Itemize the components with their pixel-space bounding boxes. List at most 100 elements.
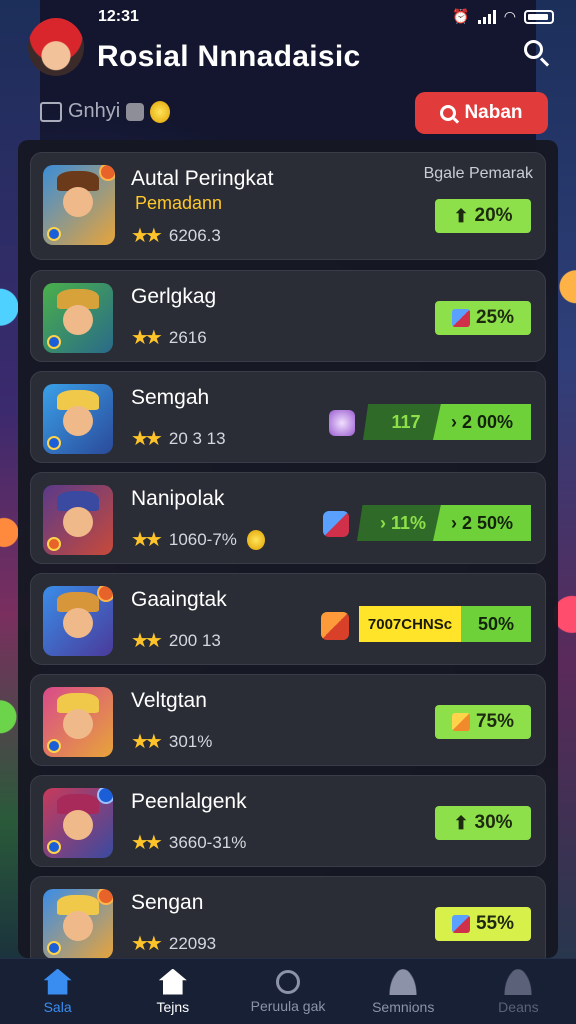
percent-badge[interactable]: › 2 00% [433,404,531,440]
nav-label: Tejns [156,998,190,1015]
pot-icon [329,410,355,436]
sub-bar: Gnhyi Naban [0,90,576,136]
search-icon-handle [539,57,550,67]
game-thumbnail [43,485,113,555]
percent-badge[interactable]: ⬆ 20% [435,199,531,233]
search-icon [276,969,300,994]
coin-icon [246,529,265,550]
avatar[interactable] [28,18,84,76]
percent-value: 25% [475,307,515,328]
game-title: Semgah [131,386,210,409]
star-icon: ★★ [131,529,163,551]
list-item[interactable]: Veltgtan ★★ 301% 75% [30,674,546,766]
star-icon: ★★ [131,428,163,450]
nav-item-games[interactable]: Tejns [115,959,230,1024]
percent-value: 2 50% [461,512,514,533]
action-button-label: Naban [464,102,523,123]
bottom-navigation: Sala Tejns Peruula gak Semnions Deans [0,958,576,1024]
segment-value: 11% [390,512,427,533]
rating-value: 6206.3 [168,225,221,245]
game-thumbnail [43,889,113,958]
game-rating: ★★ 301% [131,729,212,754]
list-item[interactable]: Autal Peringkat Pemadann ★★ 6206.3 Bgale… [30,152,546,260]
nav-label: Deans [498,998,539,1015]
cube-icon [451,915,470,933]
list-item[interactable]: Gaaingtak ★★ 200 13 7007CHNSc 50% [30,573,546,665]
game-title: Sengan [131,891,204,914]
percent-value: › [450,411,462,432]
star-icon: ★★ [131,933,163,955]
badge-icon [47,335,61,349]
percent-value: 55% [475,913,515,934]
list-item[interactable]: Semgah ★★ 20 3 13 117 › 2 00% [30,371,546,463]
star-icon: ★★ [131,327,163,349]
nav-item-home[interactable]: Sala [0,959,115,1024]
search-icon [524,40,543,59]
game-thumbnail [43,586,113,656]
game-rating: ★★ 2616 [131,325,207,350]
checkbox-icon [40,101,62,122]
thumbnail-face [63,911,93,941]
badge-icon [47,537,61,551]
home-icon [158,968,187,995]
app-title: Rosial Nnnadaisic [97,40,361,73]
corner-badge-icon [99,165,115,181]
cube-icon [323,511,349,537]
game-title: Peenlalgenk [131,790,247,813]
percent-badge[interactable]: 50% [461,606,531,642]
game-rating: ★★ 3660-31% [131,830,246,855]
nav-item-search[interactable]: Peruula gak [230,959,345,1024]
arrow-up-icon: ⬆ [453,812,469,833]
list-item[interactable]: Gerlgkag ★★ 2616 25% [30,270,546,362]
game-subtitle: Pemadann [135,193,223,213]
badge-icon [47,941,61,955]
game-thumbnail [43,283,113,353]
rating-value: 22093 [168,933,217,953]
badge-icon [47,227,61,241]
percent-badge[interactable]: 55% [435,907,531,941]
percent-badge[interactable]: › 2 50% [433,505,531,541]
thumbnail-face [63,507,93,537]
percent-badge[interactable]: 75% [435,705,531,739]
star-icon: ★★ [131,832,163,854]
percent-value: 20% [474,205,513,226]
profile-icon [504,968,533,995]
thumbnail-face [63,406,93,436]
badge-icon [47,436,61,450]
segment-arrow: › [379,512,391,533]
star-icon: ★★ [131,630,163,652]
coin-icon [150,100,171,123]
search-action-button[interactable]: Naban [415,92,548,134]
corner-badge-icon [97,586,113,602]
game-title: Autal Peringkat [131,167,274,190]
game-rating: ★★ 1060-7% [131,527,265,552]
star-icon: ★★ [131,731,163,753]
plus-badge-icon [97,788,113,804]
progress-segment: 7007CHNSc [359,606,461,642]
thumbnail-face [63,187,93,217]
rating-value: 1060-7% [168,529,237,549]
game-list: Autal Peringkat Pemadann ★★ 6206.3 Bgale… [18,140,558,958]
thumbnail-face [63,608,93,638]
game-rating: ★★ 22093 [131,931,216,956]
nav-item-sessions[interactable]: Semnions [346,959,461,1024]
corner-badge-icon [97,889,113,905]
list-item[interactable]: Nanipolak ★★ 1060-7% › 11% › 2 50% [30,472,546,564]
game-thumbnail [43,384,113,454]
badge-icon [47,739,61,753]
rating-value: 20 3 13 [168,428,226,448]
nav-label: Semnions [372,998,435,1015]
list-item[interactable]: Sengan ★★ 22093 55% [30,876,546,958]
people-icon [389,968,418,995]
game-rating: ★★ 6206.3 [131,223,221,248]
filter-group[interactable]: Gnhyi [40,100,171,123]
game-thumbnail [43,687,113,757]
nav-item-profile[interactable]: Deans [461,959,576,1024]
percent-badge[interactable]: 25% [435,301,531,335]
search-button[interactable] [522,38,552,68]
game-rating: ★★ 200 13 [131,628,221,653]
thumbnail-face [63,305,93,335]
percent-badge[interactable]: ⬆ 30% [435,806,531,840]
list-item[interactable]: Peenlalgenk ★★ 3660-31% ⬆ 30% [30,775,546,867]
home-icon [43,968,72,995]
